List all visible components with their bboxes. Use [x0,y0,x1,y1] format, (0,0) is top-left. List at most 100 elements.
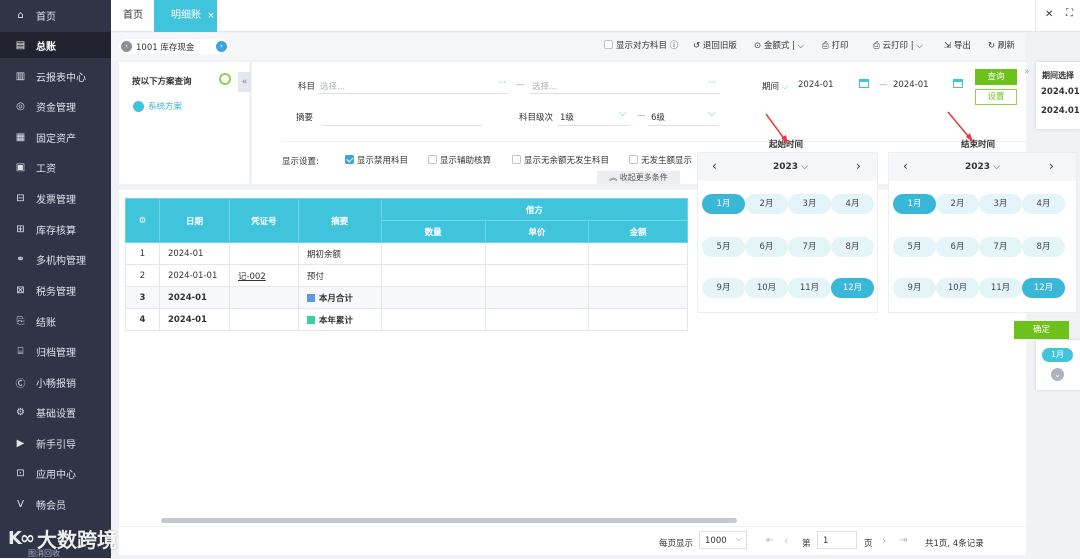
month-option[interactable]: 12月 [831,278,874,298]
sidebar-item-report[interactable]: ▥ 云报表中心 [0,63,111,89]
next-page-icon[interactable]: › [882,534,886,547]
sidebar-item-checkout[interactable]: ⎘ 结账 [0,308,111,334]
level-to-select[interactable]: 6级 [651,111,665,123]
next-account-icon[interactable]: › [216,41,227,52]
summary-input[interactable] [322,125,482,126]
year-select[interactable]: 2023 ⌵ [965,162,1000,172]
year-select[interactable]: 2023 ⌵ [773,162,808,172]
next-year-icon[interactable]: › [1049,159,1054,173]
month-option[interactable]: 8月 [831,237,874,257]
month-option[interactable]: 10月 [936,278,979,298]
more-icon[interactable]: ··· [708,78,716,88]
prev-year-icon[interactable]: ‹ [712,159,717,173]
collapse-scheme-toggle[interactable]: « [238,72,251,92]
prev-account-icon[interactable]: ‹ [121,41,132,52]
sidebar-item-expense[interactable]: Ⓒ 小畅报销 [0,369,111,395]
more-icon[interactable]: ··· [498,78,506,88]
period-item[interactable]: 2024.01 [1041,87,1080,97]
month-option[interactable]: 10月 [745,278,788,298]
scroll-down-icon[interactable]: ⌄ [1051,368,1064,381]
subject-from-input[interactable]: 选择... [320,80,345,92]
sidebar-item-inventory[interactable]: ⊞ 库存核算 [0,216,111,242]
print-button[interactable]: ⎙ 打印 [822,33,849,60]
level-from-select[interactable]: 1级 [560,111,574,123]
fullscreen-icon[interactable]: ⛶ [1066,8,1073,19]
query-button[interactable]: 查询 [975,69,1017,85]
back-old-version-button[interactable]: ↺ 退回旧版 [693,33,737,60]
cloud-print-button[interactable]: ⎙ 云打印 | ⌵ [873,33,923,60]
tab-detail-ledger[interactable]: 明细账 × [154,0,217,32]
calendar-icon[interactable] [953,79,963,88]
sidebar-item-asset[interactable]: ▦ 固定资产 [0,124,111,150]
export-button[interactable]: ⇲ 导出 [944,33,971,60]
month-option[interactable]: 4月 [1022,194,1065,214]
refresh-button[interactable]: ↻ 刷新 [988,33,1015,60]
horizontal-scrollbar[interactable] [161,518,737,523]
sidebar-item-org[interactable]: ⚭ 多机构管理 [0,246,111,272]
month-option[interactable]: 9月 [702,278,745,298]
prev-page-icon[interactable]: ‹ [784,534,788,547]
sidebar-item-tax[interactable]: ⊠ 税务管理 [0,277,111,303]
month-option[interactable]: 5月 [893,237,936,257]
tab-close-icon[interactable]: × [207,11,215,21]
month-option[interactable]: 1月 [702,194,745,214]
month-option[interactable]: 6月 [745,237,788,257]
sidebar-item-archive[interactable]: ⌸ 归档管理 [0,338,111,364]
month-tag[interactable]: 1月 [1042,348,1073,362]
expand-panel-icon[interactable]: » [1024,67,1030,77]
subject-to-input[interactable]: 选择... [532,80,557,92]
confirm-button[interactable]: 确定 [1014,321,1069,339]
month-option[interactable]: 3月 [788,194,831,214]
month-option[interactable]: 3月 [979,194,1022,214]
month-option[interactable]: 8月 [1022,237,1065,257]
sidebar-item-invoice[interactable]: ⊟ 发票管理 [0,185,111,211]
sidebar-item-salary[interactable]: ▣ 工资 [0,154,111,180]
period-item[interactable]: 2024.01 [1041,106,1080,116]
next-year-icon[interactable]: › [856,159,861,173]
month-option[interactable]: 2月 [936,194,979,214]
sidebar-item-guide[interactable]: ▶ 新手引导 [0,430,111,456]
display-option-checkbox[interactable]: 显示辅助核算 [428,154,491,166]
month-option[interactable]: 6月 [936,237,979,257]
collapse-conditions-button[interactable]: ︽ 收起更多条件 [597,171,680,184]
show-opposite-checkbox[interactable]: 显示对方科目 ⓘ [604,33,678,60]
month-option[interactable]: 11月 [788,278,831,298]
amount-style-dropdown[interactable]: ⊙ 金额式 | ⌵ [754,33,804,60]
sidebar-item-ledger[interactable]: ▤ 总账 [0,32,111,58]
system-scheme-button[interactable]: 系统方案 [133,100,182,112]
table-row[interactable]: 1 2024-01 期初余额 [125,242,688,265]
display-option-checkbox[interactable]: 显示禁用科目 [345,154,408,166]
period-label[interactable]: 期间 ⌵ [762,80,788,92]
month-option[interactable]: 5月 [702,237,745,257]
period-to-input[interactable]: 2024-01 [893,80,929,90]
last-page-icon[interactable]: ⇥ [899,535,907,546]
settings-button[interactable]: 设置 [975,89,1017,105]
calendar-icon[interactable] [859,79,869,88]
prev-year-icon[interactable]: ‹ [903,159,908,173]
column-settings-icon[interactable]: ⚙ [125,198,160,243]
voucher-cell[interactable]: 记-002 [228,264,299,287]
sidebar-item-settings[interactable]: ⚙ 基础设置 [0,399,111,425]
sidebar-item-money[interactable]: ◎ 资金管理 [0,93,111,119]
tab-home[interactable]: 首页 [123,0,143,32]
month-option[interactable]: 9月 [893,278,936,298]
first-page-icon[interactable]: ⇤ [766,535,774,546]
month-option[interactable]: 7月 [788,237,831,257]
month-option[interactable]: 4月 [831,194,874,214]
display-option-checkbox[interactable]: 显示无余额无发生科目 [512,154,609,166]
display-option-checkbox[interactable]: 无发生额显示 [629,154,692,166]
account-selector[interactable]: ‹ 1001 库存现金 [119,39,229,54]
sidebar-item-home[interactable]: ⌂ 首页 [0,2,111,28]
month-option[interactable]: 11月 [979,278,1022,298]
month-option[interactable]: 1月 [893,194,936,214]
month-option[interactable]: 7月 [979,237,1022,257]
month-option[interactable]: 2月 [745,194,788,214]
table-row[interactable]: 4 2024-01 本年累计 [125,308,688,331]
table-row[interactable]: 3 2024-01 本月合计 [125,286,688,309]
per-page-select[interactable]: 1000 ⌵ [699,531,747,549]
month-option[interactable]: 12月 [1022,278,1065,298]
sidebar-item-app-center[interactable]: ⊡ 应用中心 [0,460,111,486]
period-from-input[interactable]: 2024-01 [798,80,834,90]
scheme-target-icon[interactable] [219,73,231,85]
table-row[interactable]: 2 2024-01-01 记-002 预付 [125,264,688,287]
